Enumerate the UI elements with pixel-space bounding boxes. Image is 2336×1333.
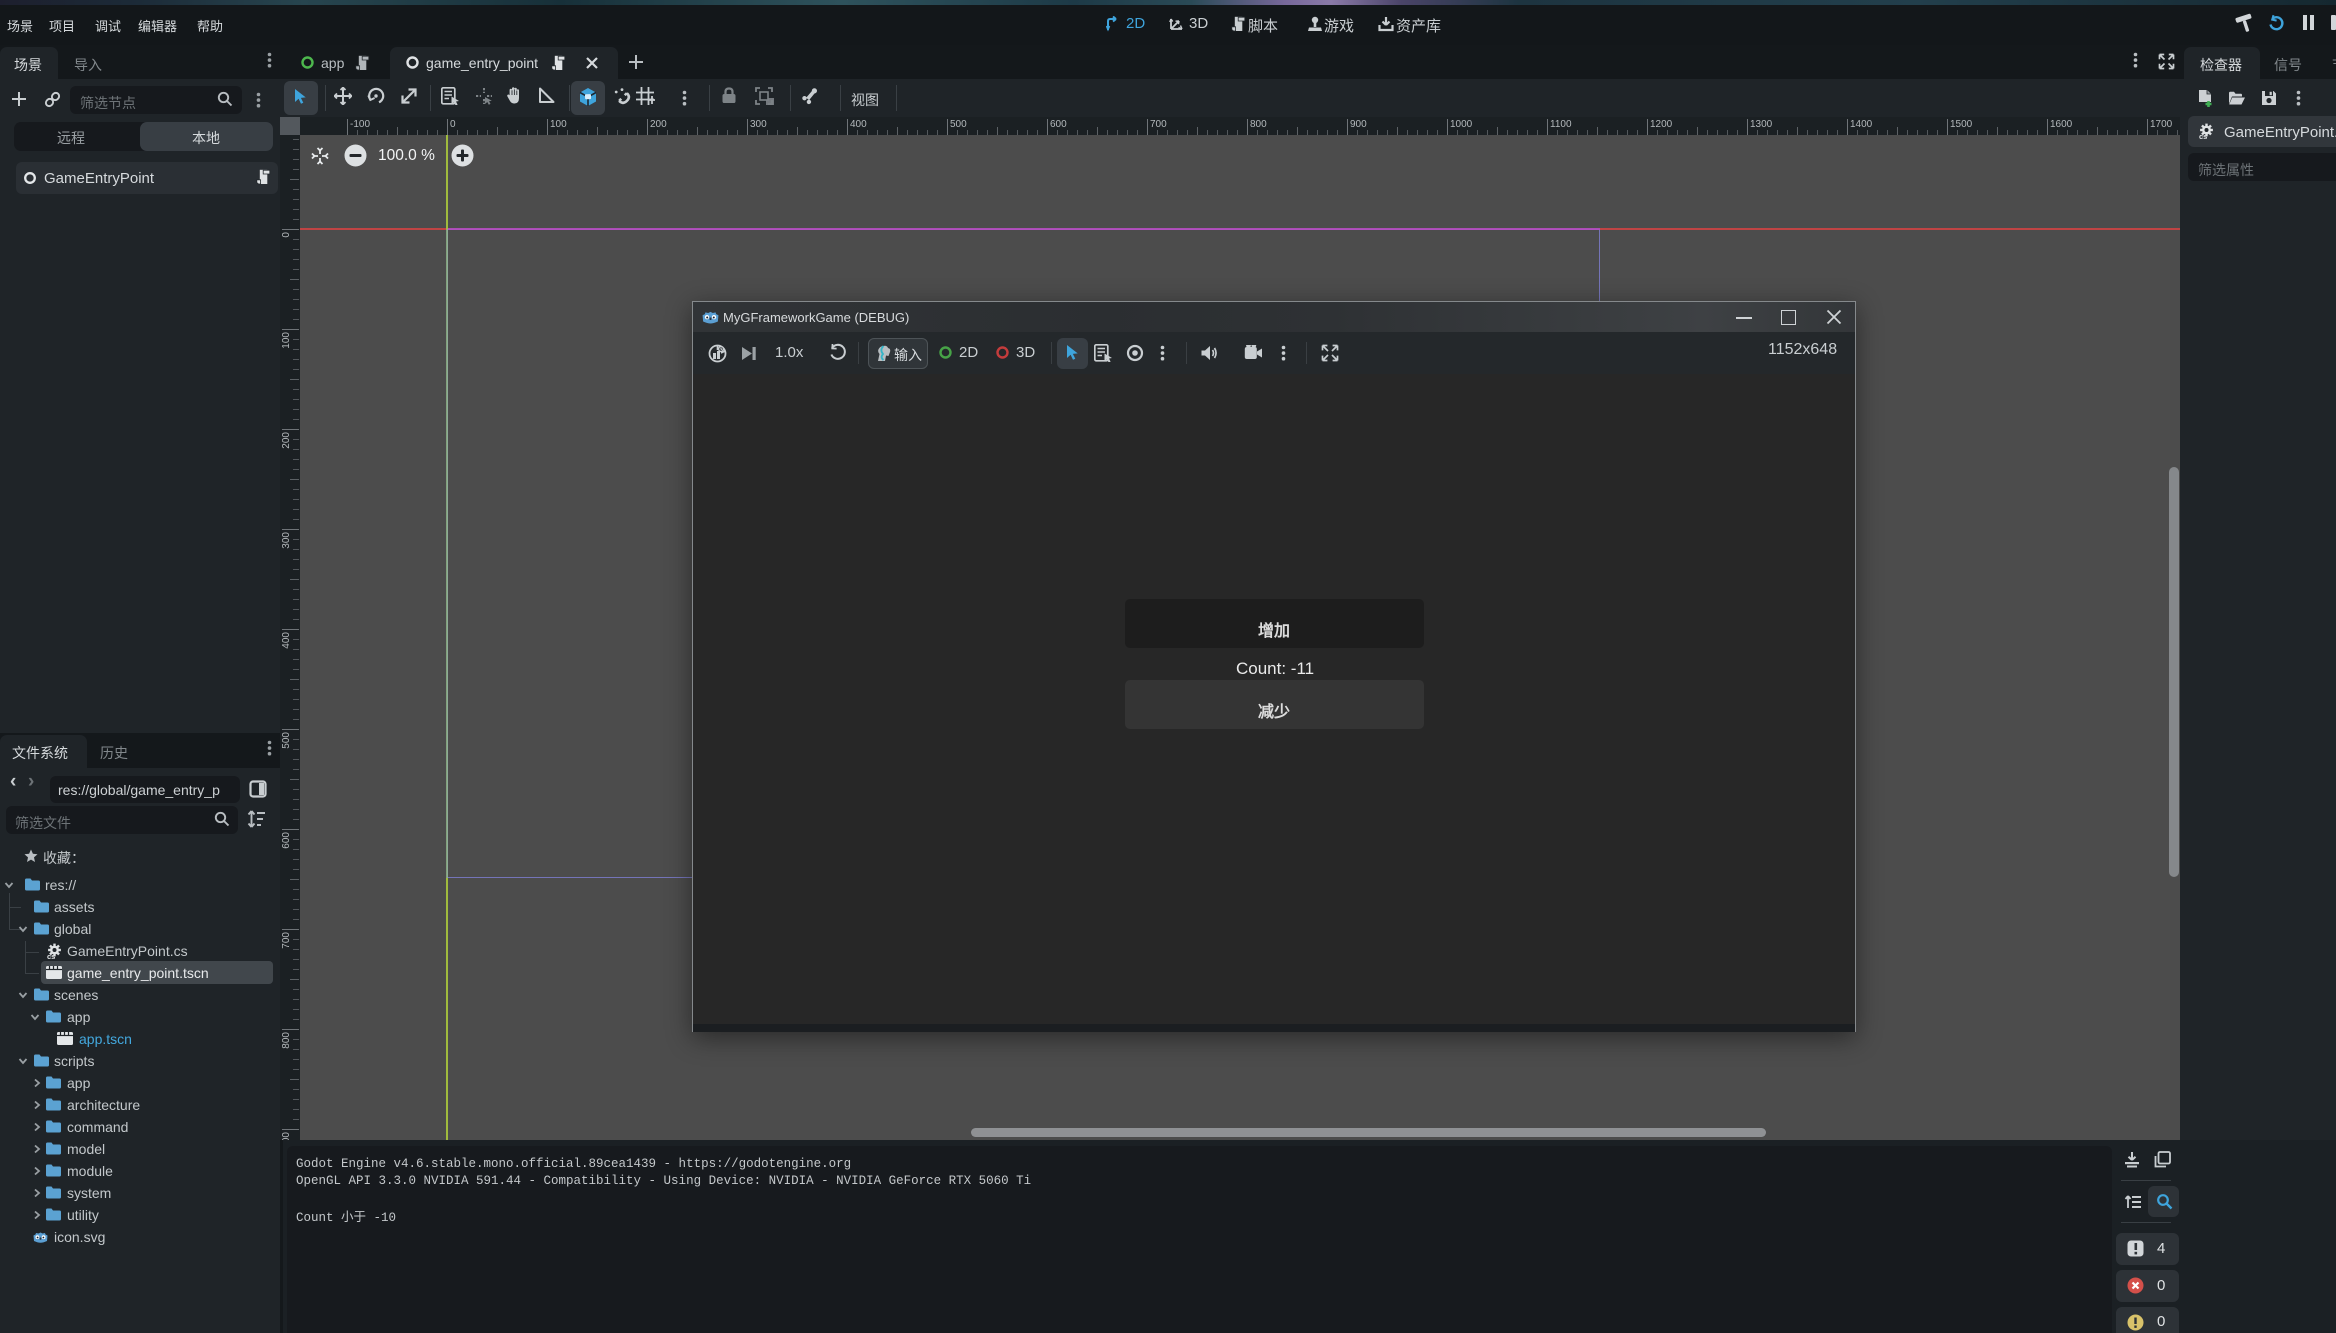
svg-text:cs: cs [47,952,55,959]
svg-text:cs: cs [2199,132,2207,139]
